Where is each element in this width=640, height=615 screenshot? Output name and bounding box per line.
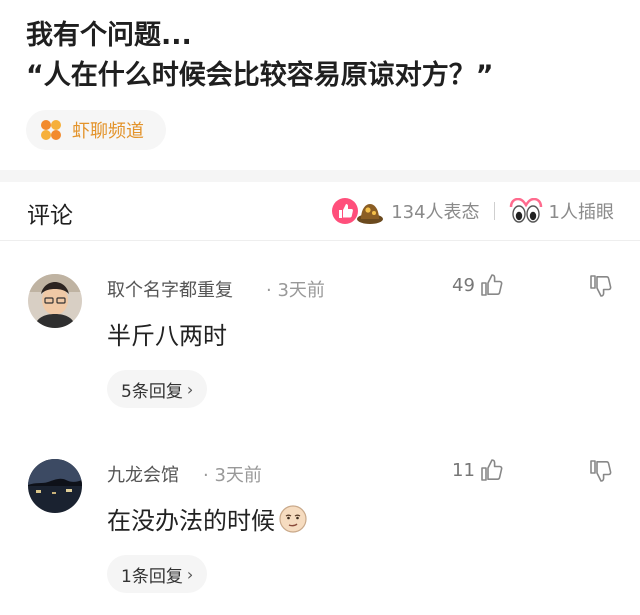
dislike-icon[interactable] [588,458,614,484]
chevron-right-icon: › [186,379,194,399]
eye-count: 1人插眼 [548,202,614,223]
comment-text-body: 在没办法的时候 [107,507,275,535]
comment-time: · 3天前 [266,280,325,301]
like-count: 11 [452,459,475,481]
dislike-icon[interactable] [588,273,614,299]
chevron-right-icon: › [186,564,194,584]
thumbs-up-icon [479,272,505,298]
comment-item: 取个名字都重复 · 3天前 49 半斤八两时 5条回复 › [0,250,640,425]
replies-button[interactable]: 1条回复 › [107,555,208,593]
clover-icon [40,119,62,141]
comment-text: 在没办法的时候 [107,501,308,536]
replies-count: 5条回复 [121,381,183,402]
avatar[interactable] [28,459,82,513]
comment-author[interactable]: 九龙会馆 [107,461,179,487]
post-title: 我有个问题... “人在什么时候会比较容易原谅对方？” [26,16,626,96]
post-title-line-1: 我有个问题... [26,20,192,51]
reaction-count: 134人表态 [391,202,480,223]
avatar[interactable] [28,274,82,328]
comment-time: · 3天前 [203,465,262,486]
post-title-line-2: “人在什么时候会比较容易原谅对方？” [26,60,494,91]
replies-button[interactable]: 5条回复 › [107,370,208,408]
like-count: 49 [452,274,475,296]
like-button[interactable]: 11 [452,457,505,483]
channel-chip[interactable]: 虾聊频道 [26,110,166,150]
thumbs-up-icon [479,457,505,483]
comment-text: 半斤八两时 [107,322,227,350]
comments-bar: 评论 134人表态 1人插眼 [0,182,640,241]
hat-reaction-icon [355,197,385,225]
divider [493,202,495,220]
section-divider [0,170,640,182]
comments-title: 评论 [27,203,73,229]
comment-author[interactable]: 取个名字都重复 [107,276,233,302]
replies-count: 1条回复 [121,566,183,587]
reactions-summary[interactable]: 134人表态 1人插眼 [331,196,614,226]
smug-face-emoji-icon [278,504,308,534]
eyes-icon [509,198,543,224]
like-button[interactable]: 49 [452,272,505,298]
channel-label: 虾聊频道 [72,121,144,142]
post-header: 我有个问题... “人在什么时候会比较容易原谅对方？” 虾聊频道 [0,0,640,170]
comment-item: 九龙会馆 · 3天前 11 在没办法的时候 1条回复 › [0,435,640,615]
